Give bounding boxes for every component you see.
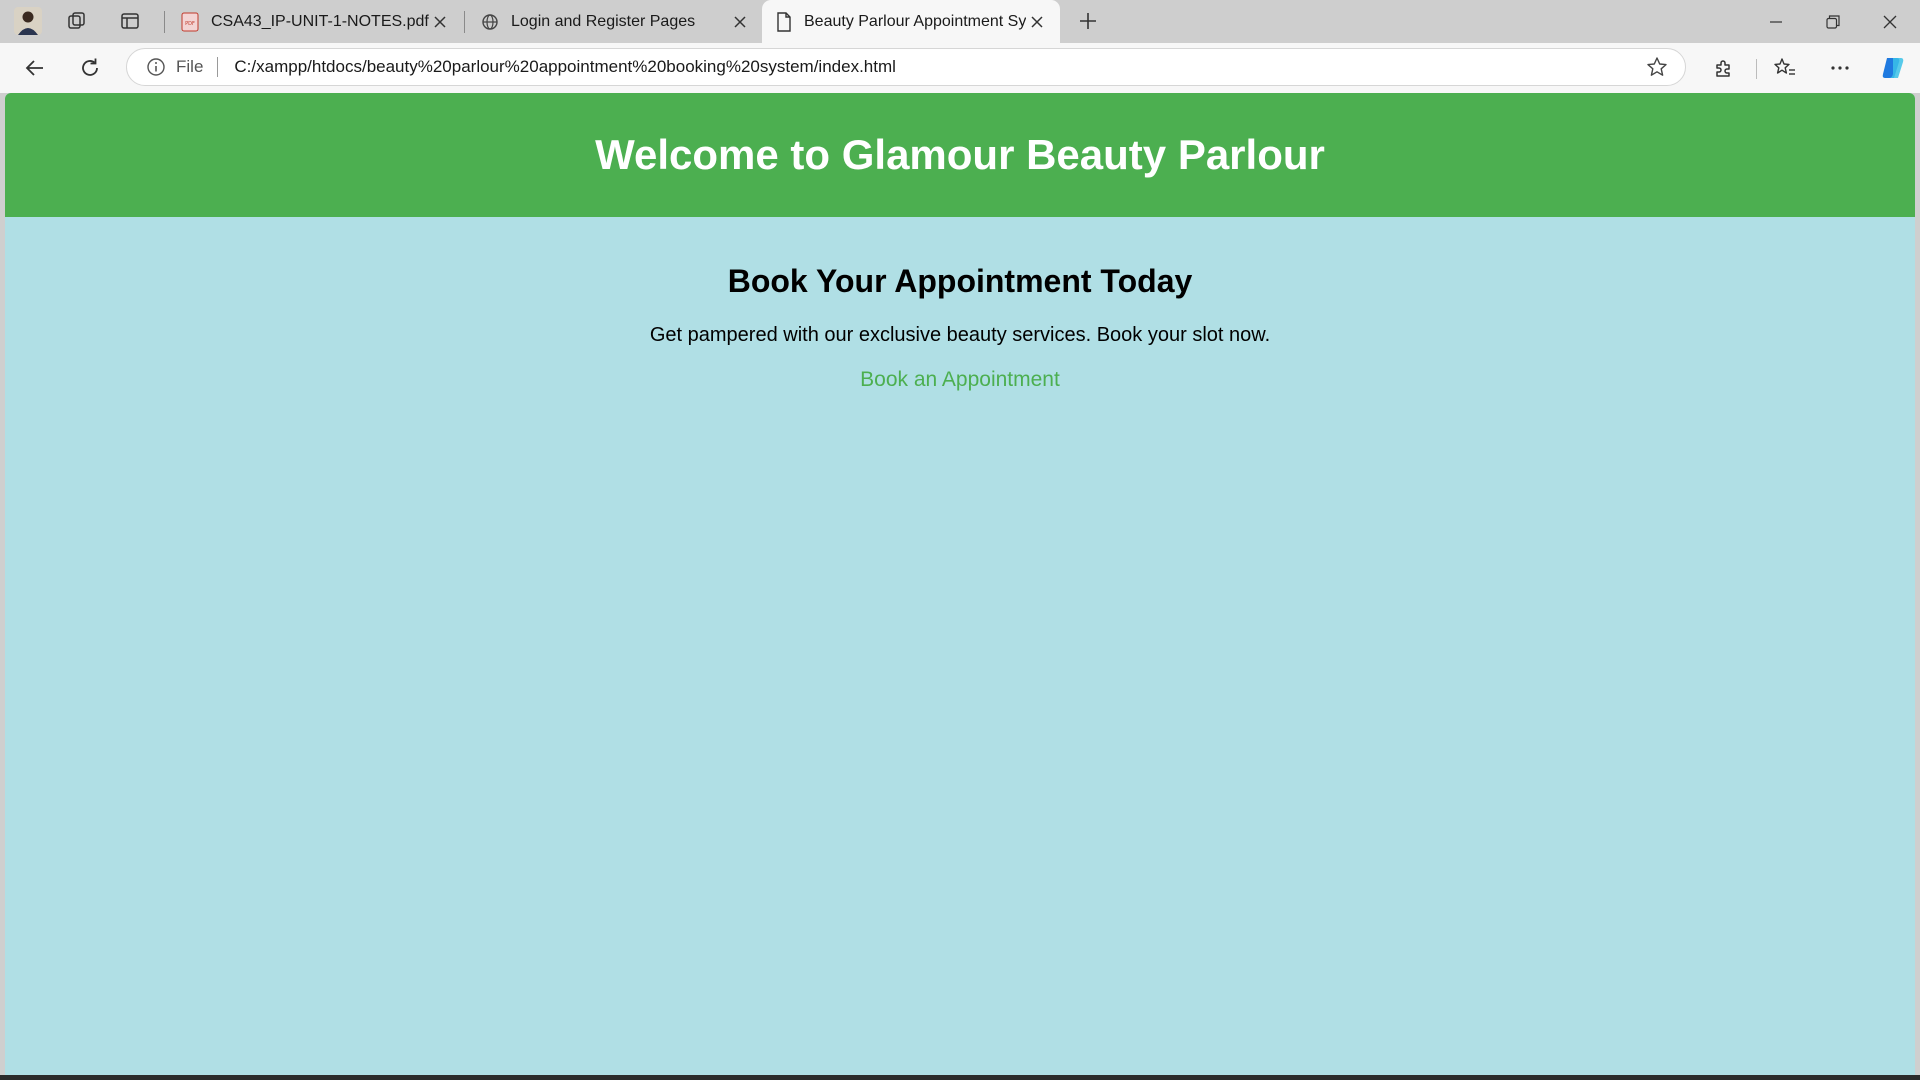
svg-text:PDF: PDF [185, 21, 195, 27]
tab-title: Login and Register Pages [511, 12, 696, 30]
tab-title: Beauty Parlour Appointment Syste [804, 12, 1026, 30]
tab-close-button[interactable] [1026, 11, 1048, 33]
browser-title-bar: PDF CSA43_IP-UNIT-1-NOTES.pdf Login and … [0, 0, 1920, 43]
page-viewport: Welcome to Glamour Beauty Parlour Book Y… [5, 93, 1915, 1075]
close-window-button[interactable] [1862, 0, 1918, 43]
url-text[interactable]: C:/xampp/htdocs/beauty%20parlour%20appoi… [234, 57, 1637, 77]
minimize-icon [1770, 20, 1782, 23]
tab-beauty-parlour[interactable]: Beauty Parlour Appointment Syste [762, 0, 1060, 43]
refresh-icon [82, 58, 98, 76]
vertical-tabs-button[interactable] [110, 6, 150, 36]
tab-title: CSA43_IP-UNIT-1-NOTES.pdf [211, 12, 429, 30]
star-icon [1647, 57, 1667, 76]
workspaces-button[interactable] [57, 6, 97, 36]
toolbar-separator [1756, 59, 1757, 79]
tab-close-button[interactable] [429, 11, 451, 33]
close-icon [434, 15, 446, 28]
puzzle-icon [1716, 60, 1730, 77]
extensions-button[interactable] [1704, 49, 1744, 87]
close-icon [1883, 15, 1897, 28]
new-tab-button[interactable] [1068, 6, 1108, 36]
plus-icon [1080, 13, 1096, 29]
close-icon [1031, 15, 1043, 28]
browser-toolbar: File C:/xampp/htdocs/beauty%20parlour%20… [0, 43, 1920, 93]
restore-button[interactable] [1805, 0, 1861, 43]
arrow-left-icon [25, 60, 43, 76]
document-icon [777, 11, 791, 32]
back-button[interactable] [15, 49, 55, 87]
hero-text: Get pampered with our exclusive beauty s… [649, 324, 1271, 346]
refresh-button[interactable] [70, 49, 110, 87]
pdf-icon: PDF [181, 12, 199, 31]
hero-heading: Book Your Appointment Today [727, 263, 1193, 299]
profile-avatar-icon [14, 7, 42, 35]
favorites-button[interactable] [1765, 49, 1805, 87]
tab-actions-icon [121, 13, 139, 29]
more-horizontal-icon [1831, 66, 1849, 70]
restore-icon [1826, 14, 1840, 29]
copilot-button[interactable] [1873, 49, 1913, 87]
book-appointment-link[interactable]: Book an Appointment [860, 368, 1060, 392]
hero-section: Book Your Appointment Today Get pampered… [5, 217, 1915, 392]
tab-close-button[interactable] [729, 11, 751, 33]
copilot-icon [1882, 58, 1904, 78]
globe-icon [482, 13, 498, 30]
favorites-list-icon [1774, 58, 1795, 75]
window-bottom-edge [0, 1075, 1920, 1080]
favorite-star-button[interactable] [1637, 52, 1677, 82]
site-info-icon[interactable] [146, 57, 166, 77]
minimize-button[interactable] [1748, 0, 1804, 43]
url-scheme-label: File [176, 57, 204, 76]
site-header: Welcome to Glamour Beauty Parlour [5, 93, 1915, 217]
workspaces-icon [68, 12, 85, 29]
address-bar[interactable]: File C:/xampp/htdocs/beauty%20parlour%20… [126, 48, 1686, 86]
tab-separator [464, 11, 465, 33]
close-icon [734, 15, 746, 28]
more-menu-button[interactable] [1820, 49, 1860, 87]
tab-login-register[interactable]: Login and Register Pages [467, 0, 763, 43]
profile-avatar[interactable] [8, 6, 48, 36]
tab-pdf-notes[interactable]: PDF CSA43_IP-UNIT-1-NOTES.pdf [167, 0, 463, 43]
site-title: Welcome to Glamour Beauty Parlour [595, 131, 1325, 178]
address-divider [217, 57, 219, 77]
tab-separator [164, 11, 165, 33]
